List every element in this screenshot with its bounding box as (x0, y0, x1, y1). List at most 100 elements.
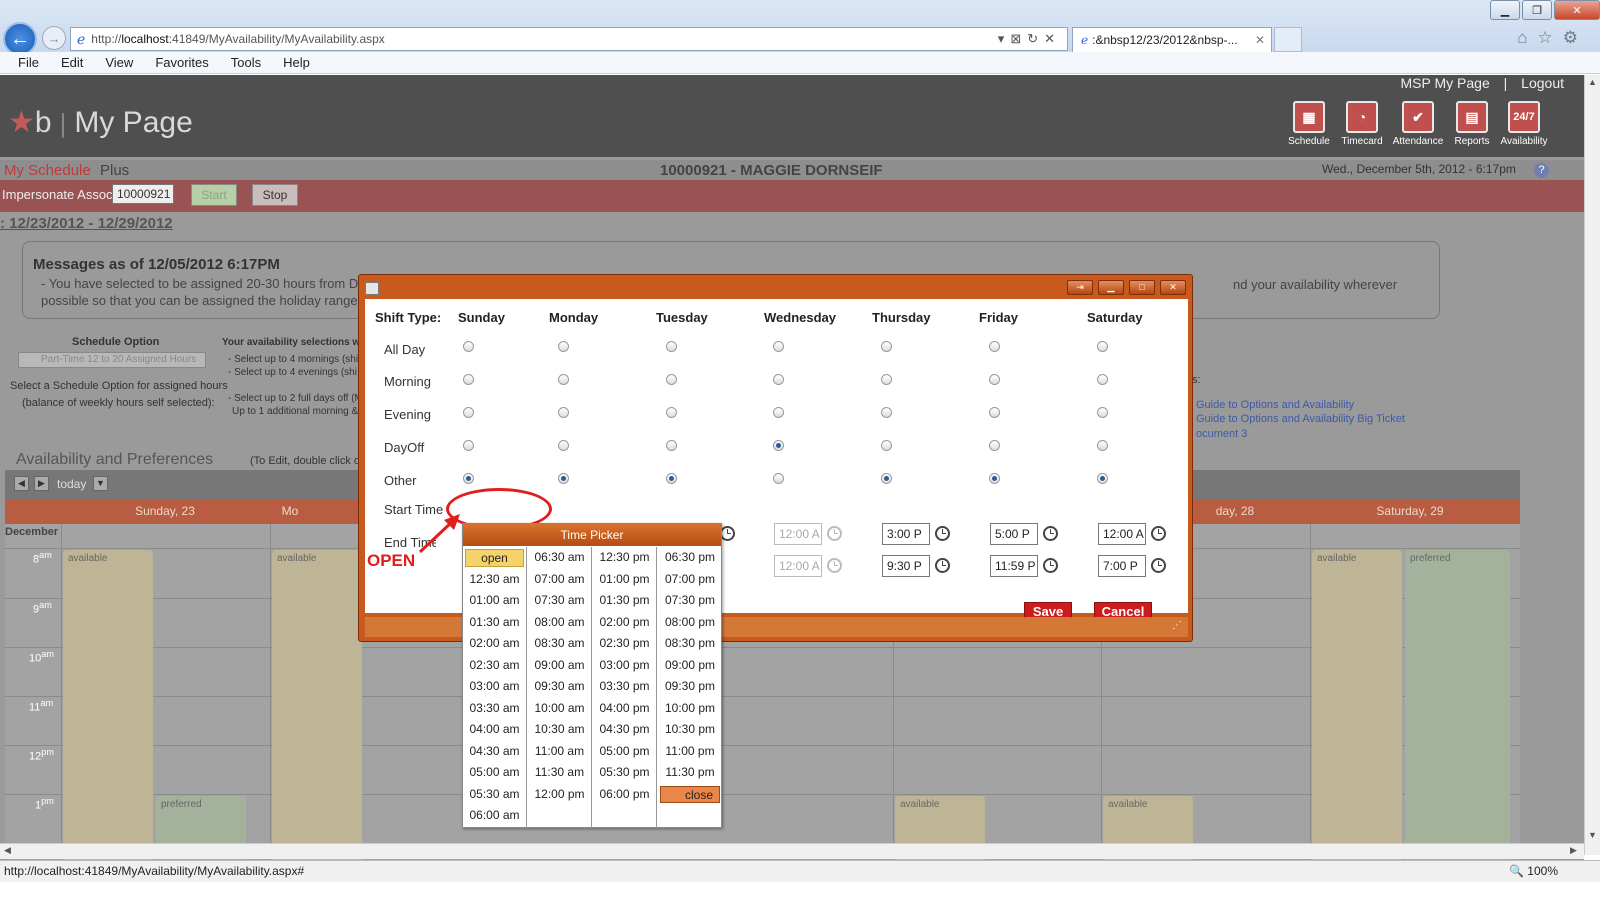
minimize-button[interactable]: ▁ (1490, 0, 1520, 20)
clock-icon[interactable] (1151, 558, 1166, 573)
shift-radio[interactable] (773, 341, 784, 352)
time-option[interactable]: 08:00 am (528, 612, 591, 634)
time-option[interactable]: 11:30 am (528, 762, 591, 784)
window-close-button[interactable]: ✕ (1554, 0, 1600, 20)
time-option[interactable]: 09:00 pm (658, 655, 722, 677)
time-option[interactable]: 07:30 pm (658, 590, 722, 612)
preference-event[interactable]: preferred (1405, 550, 1510, 863)
address-bar[interactable]: ℯ http://localhost:41849/MyAvailability/… (70, 27, 1068, 51)
time-option[interactable]: 04:30 am (463, 741, 526, 763)
shift-radio[interactable] (1097, 341, 1108, 352)
nav-reports[interactable]: ▤ Reports (1446, 101, 1498, 147)
shift-radio[interactable] (989, 440, 1000, 451)
prev-week-button[interactable]: ◀ (14, 476, 29, 491)
horizontal-scrollbar[interactable]: ◀ ▶ (0, 843, 1584, 859)
shift-radio[interactable] (881, 473, 892, 484)
time-option[interactable]: 12:30 pm (593, 547, 656, 569)
time-option[interactable]: 04:30 pm (593, 719, 656, 741)
menu-edit[interactable]: Edit (61, 55, 83, 70)
availability-event[interactable]: available (1312, 550, 1402, 863)
shift-radio[interactable] (558, 407, 569, 418)
time-option[interactable]: 05:30 pm (593, 762, 656, 784)
clock-icon[interactable] (1043, 526, 1058, 541)
time-option[interactable]: 08:30 pm (658, 633, 722, 655)
shift-radio[interactable] (989, 473, 1000, 484)
time-option[interactable]: 03:30 am (463, 698, 526, 720)
shift-radio[interactable] (558, 374, 569, 385)
end-time-input[interactable]: 12:00 A (774, 555, 822, 577)
shift-radio[interactable] (558, 341, 569, 352)
shift-radio[interactable] (463, 341, 474, 352)
shift-radio[interactable] (558, 473, 569, 484)
time-option[interactable]: 09:30 pm (658, 676, 722, 698)
time-option[interactable]: 11:00 pm (658, 741, 722, 763)
shift-radio[interactable] (1097, 473, 1108, 484)
time-option[interactable]: 10:00 am (528, 698, 591, 720)
shift-radio[interactable] (773, 374, 784, 385)
browser-icons[interactable]: ⌂☆⚙ (1517, 28, 1588, 48)
time-option[interactable]: 03:00 am (463, 676, 526, 698)
time-option[interactable]: 05:30 am (463, 784, 526, 806)
shift-radio[interactable] (1097, 407, 1108, 418)
time-option[interactable]: 12:30 am (463, 569, 526, 591)
clock-icon[interactable] (827, 526, 842, 541)
time-option[interactable]: 10:30 am (528, 719, 591, 741)
time-option[interactable]: 01:00 pm (593, 569, 656, 591)
nav-timecard[interactable]: ◔ Timecard (1336, 101, 1388, 147)
msp-my-page-link[interactable]: MSP My Page (1401, 75, 1490, 91)
time-option[interactable]: 06:30 am (528, 547, 591, 569)
availability-event[interactable]: available (63, 550, 153, 863)
time-option[interactable]: 11:30 pm (658, 762, 722, 784)
zoom-level[interactable]: 🔍 100% (1509, 864, 1558, 878)
shift-radio[interactable] (881, 341, 892, 352)
shift-radio[interactable] (463, 407, 474, 418)
time-option[interactable]: 01:00 am (463, 590, 526, 612)
time-option[interactable]: 06:00 am (463, 805, 526, 827)
logout-link[interactable]: Logout (1521, 75, 1564, 91)
start-time-input[interactable]: 12:00 A (774, 523, 822, 545)
time-option[interactable]: 12:00 pm (528, 784, 591, 806)
time-picker-close-button[interactable]: close (660, 785, 720, 803)
shift-radio[interactable] (881, 440, 892, 451)
time-option[interactable]: 02:00 am (463, 633, 526, 655)
shift-radio[interactable] (666, 374, 677, 385)
nav-schedule[interactable]: ▦ Schedule (1283, 101, 1335, 147)
schedule-option-select[interactable]: Part-Time 12 to 20 Assigned Hours (18, 352, 206, 368)
address-actions[interactable]: ▾⊠↻✕ (998, 31, 1061, 47)
clock-icon[interactable] (935, 558, 950, 573)
vertical-scrollbar[interactable]: ▲ ▼ (1584, 75, 1600, 855)
menu-favorites[interactable]: Favorites (155, 55, 208, 70)
shift-radio[interactable] (1097, 440, 1108, 451)
time-option[interactable]: 11:00 am (528, 741, 591, 763)
shift-radio[interactable] (1097, 374, 1108, 385)
time-option[interactable]: 06:00 pm (593, 784, 656, 806)
shift-radio[interactable] (773, 407, 784, 418)
time-option[interactable]: 07:00 am (528, 569, 591, 591)
resize-grip-icon[interactable]: ⋰ (1172, 620, 1182, 631)
time-option[interactable]: 09:00 am (528, 655, 591, 677)
time-option[interactable]: 03:30 pm (593, 676, 656, 698)
time-option[interactable]: 01:30 pm (593, 590, 656, 612)
start-time-input[interactable]: 3:00 P (882, 523, 930, 545)
time-option[interactable]: 07:30 am (528, 590, 591, 612)
time-option-open[interactable]: open (465, 549, 524, 567)
tab-close-icon[interactable]: ✕ (1255, 33, 1265, 47)
help-icon[interactable]: ? (1534, 163, 1549, 178)
time-option[interactable]: 05:00 am (463, 762, 526, 784)
time-option[interactable]: 05:00 pm (593, 741, 656, 763)
start-time-input[interactable]: 12:00 A (1098, 523, 1146, 545)
shift-radio[interactable] (773, 440, 784, 451)
next-week-button[interactable]: ▶ (34, 476, 49, 491)
stop-button[interactable]: Stop (252, 184, 298, 206)
time-option[interactable]: 04:00 am (463, 719, 526, 741)
end-time-input[interactable]: 11:59 P (990, 555, 1038, 577)
back-button[interactable]: ← (3, 22, 37, 56)
document-link[interactable]: ocument 3 (1196, 427, 1405, 442)
forward-button[interactable]: → (42, 26, 66, 50)
shift-radio[interactable] (463, 440, 474, 451)
availability-event[interactable]: available (272, 550, 362, 863)
time-option[interactable]: 02:00 pm (593, 612, 656, 634)
start-time-input[interactable]: 5:00 P (990, 523, 1038, 545)
menu-tools[interactable]: Tools (231, 55, 261, 70)
dialog-minimize-button[interactable]: ▁ (1098, 280, 1124, 295)
